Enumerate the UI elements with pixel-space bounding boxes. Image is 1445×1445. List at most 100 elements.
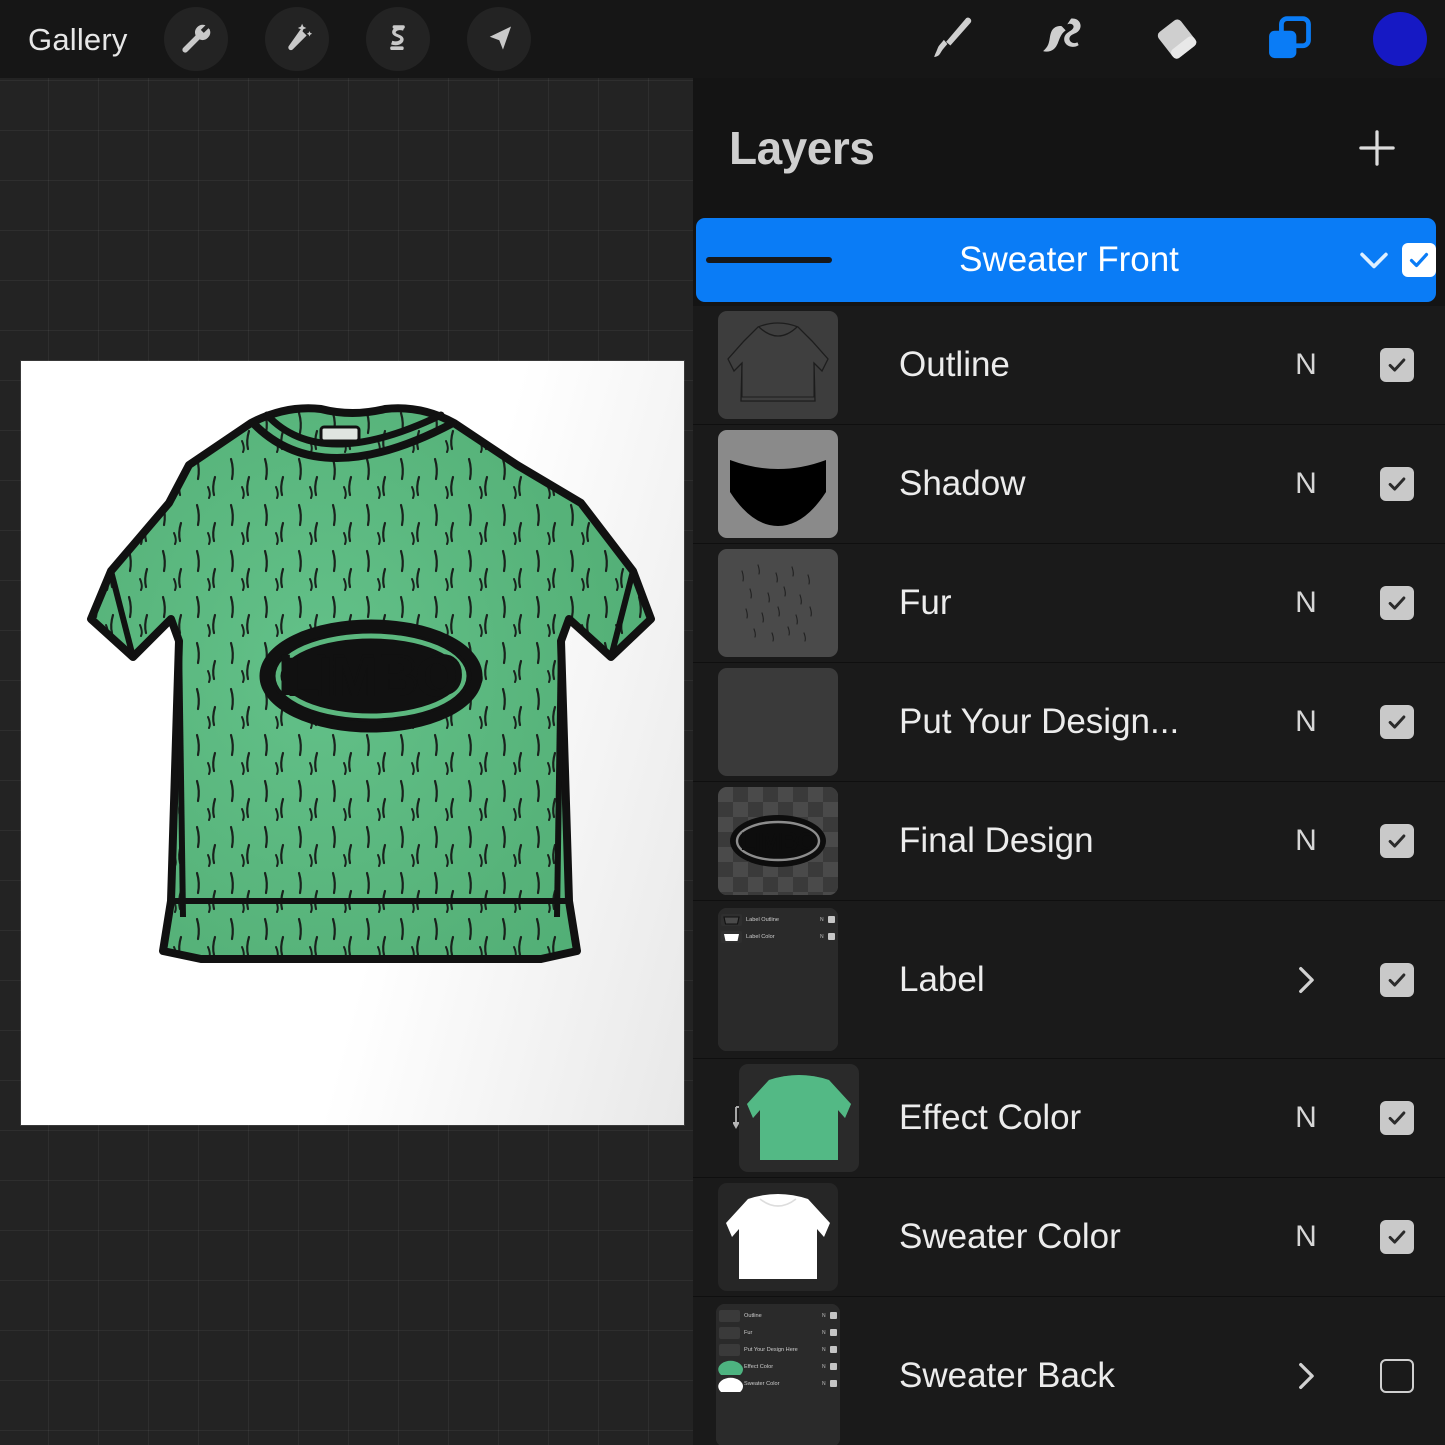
nested-thumb: [719, 1344, 740, 1356]
smudge-icon[interactable]: [1037, 11, 1093, 67]
nested-thumb: [719, 1361, 740, 1373]
layer-name: Effect Color: [899, 1098, 1263, 1138]
sweater-artwork: LIMBO LIMBO: [21, 361, 684, 1125]
layer-name: Sweater Color: [899, 1217, 1263, 1257]
nested-visibility-checkbox: [830, 1380, 837, 1387]
page-title: Layers: [729, 121, 874, 175]
layer-blend-mode[interactable]: N: [1263, 1220, 1349, 1254]
layer-visibility-checkbox[interactable]: [1349, 467, 1445, 501]
layer-thumbnail-wrap: Outline N Fur N: [693, 1297, 863, 1445]
nested-blend-mode: N: [822, 1330, 830, 1336]
nested-layer-name: Sweater Color: [744, 1381, 822, 1387]
layer-row-outline[interactable]: Outline N: [693, 306, 1445, 425]
artboard[interactable]: LIMBO LIMBO: [21, 361, 684, 1125]
layer-row-label-group[interactable]: Label Outline N Label Color: [693, 901, 1445, 1059]
nested-blend-mode: N: [822, 1313, 830, 1319]
label-group-thumbnail: Label Outline N Label Color: [718, 908, 838, 1051]
nested-blend-mode: N: [822, 1347, 830, 1353]
nested-layer-name: Fur: [744, 1330, 822, 1336]
gallery-button[interactable]: Gallery: [28, 24, 128, 55]
nested-layer-item: Outline N: [719, 1308, 837, 1323]
layer-blend-mode[interactable]: N: [1263, 1101, 1349, 1135]
layer-thumbnail-wrap: [693, 1059, 863, 1177]
nested-thumb: [719, 1310, 740, 1322]
layer-blend-mode[interactable]: N: [1263, 586, 1349, 620]
layers-panel-header: Layers: [693, 78, 1445, 218]
layer-name: Label: [899, 960, 1263, 1000]
nested-layer-stack: Label Outline N Label Color: [718, 908, 838, 1051]
layer-thumbnail-wrap: [693, 663, 863, 781]
nested-visibility-checkbox: [830, 1363, 837, 1370]
nested-layer-item: Fur N: [719, 1325, 837, 1340]
chevron-right-icon[interactable]: [1263, 1355, 1349, 1397]
layer-row-sweater-color[interactable]: Sweater Color N: [693, 1178, 1445, 1297]
layer-visibility-checkbox[interactable]: [1349, 586, 1445, 620]
layer-visibility-checkbox[interactable]: [1349, 348, 1445, 382]
fur-texture-thumbnail: [718, 549, 838, 657]
layer-visibility-checkbox[interactable]: [1349, 1220, 1445, 1254]
paintbrush-icon[interactable]: [925, 11, 981, 67]
layer-thumbnail-wrap: [693, 306, 863, 424]
nested-thumb: [721, 914, 742, 926]
layer-row-put-your-design[interactable]: Put Your Design... N: [693, 663, 1445, 782]
layer-name: Shadow: [899, 464, 1263, 504]
sweater-outline-thumbnail: [718, 311, 838, 419]
nested-layer-name: Label Outline: [746, 917, 820, 923]
wrench-icon[interactable]: [164, 7, 228, 71]
color-swatch[interactable]: [1373, 12, 1427, 66]
white-sweater-thumbnail: [718, 1183, 838, 1291]
layer-row-final-design[interactable]: LIMBO Final Design N: [693, 782, 1445, 901]
layer-visibility-checkbox[interactable]: [1349, 963, 1445, 997]
layer-blend-mode[interactable]: N: [1263, 348, 1349, 382]
magic-wand-icon[interactable]: [265, 7, 329, 71]
layer-blend-mode[interactable]: N: [1263, 824, 1349, 858]
nested-layer-item: Label Color N: [721, 929, 835, 944]
sweater-back-group-thumbnail: Outline N Fur N: [716, 1304, 840, 1445]
nested-visibility-checkbox: [830, 1329, 837, 1336]
layer-group-name: Sweater Front: [792, 240, 1346, 280]
layer-thumbnail-wrap: LIMBO: [693, 782, 863, 900]
nested-visibility-checkbox: [828, 916, 835, 923]
layer-blend-mode[interactable]: N: [1263, 705, 1349, 739]
nested-layer-item: Put Your Design Here N: [719, 1342, 837, 1357]
layer-list: Sweater Front: [693, 218, 1445, 1445]
limbo-logo-thumbnail: LIMBO: [718, 787, 838, 895]
nested-layer-name: Label Color: [746, 934, 820, 940]
layer-thumbnail-wrap: [693, 544, 863, 662]
nested-blend-mode: N: [820, 917, 828, 923]
layer-row-sweater-back-group[interactable]: Outline N Fur N: [693, 1297, 1445, 1445]
top-toolbar: Gallery: [0, 0, 1445, 78]
group-visibility-checkbox[interactable]: [1402, 243, 1436, 277]
nested-blend-mode: N: [820, 934, 828, 940]
eraser-icon[interactable]: [1149, 11, 1205, 67]
layer-row-fur[interactable]: Fur N: [693, 544, 1445, 663]
layer-visibility-checkbox[interactable]: [1349, 824, 1445, 858]
layer-name: Fur: [899, 583, 1263, 623]
layer-blend-mode[interactable]: N: [1263, 467, 1349, 501]
layer-thumbnail-wrap: [693, 425, 863, 543]
layers-icon[interactable]: [1261, 11, 1317, 67]
layer-visibility-checkbox[interactable]: [1349, 1101, 1445, 1135]
layer-name: Final Design: [899, 821, 1263, 861]
layer-row-effect-color[interactable]: Effect Color N: [693, 1059, 1445, 1178]
nested-visibility-checkbox: [830, 1312, 837, 1319]
layer-visibility-checkbox[interactable]: [1349, 705, 1445, 739]
layer-name: Put Your Design...: [899, 702, 1263, 742]
chevron-right-icon[interactable]: [1263, 959, 1349, 1001]
arrow-transform-icon[interactable]: [467, 7, 531, 71]
add-layer-button[interactable]: [1351, 122, 1403, 174]
layer-row-shadow[interactable]: Shadow N: [693, 425, 1445, 544]
layer-visibility-checkbox[interactable]: [1349, 1359, 1445, 1393]
chevron-down-icon[interactable]: [1346, 238, 1402, 282]
layer-thumbnail-wrap: Label Outline N Label Color: [693, 901, 863, 1058]
left-tool-group: [164, 7, 531, 71]
nested-layer-name: Outline: [744, 1313, 822, 1319]
selection-s-icon[interactable]: [366, 7, 430, 71]
layer-group-header-sweater-front[interactable]: Sweater Front: [696, 218, 1436, 302]
nested-layer-name: Effect Color: [744, 1364, 822, 1370]
svg-text:LIMBO: LIMBO: [286, 645, 457, 708]
nested-visibility-checkbox: [828, 933, 835, 940]
nested-thumb: [719, 1378, 740, 1390]
layer-thumbnail-wrap: [693, 1178, 863, 1296]
shadow-blob-thumbnail: [718, 430, 838, 538]
